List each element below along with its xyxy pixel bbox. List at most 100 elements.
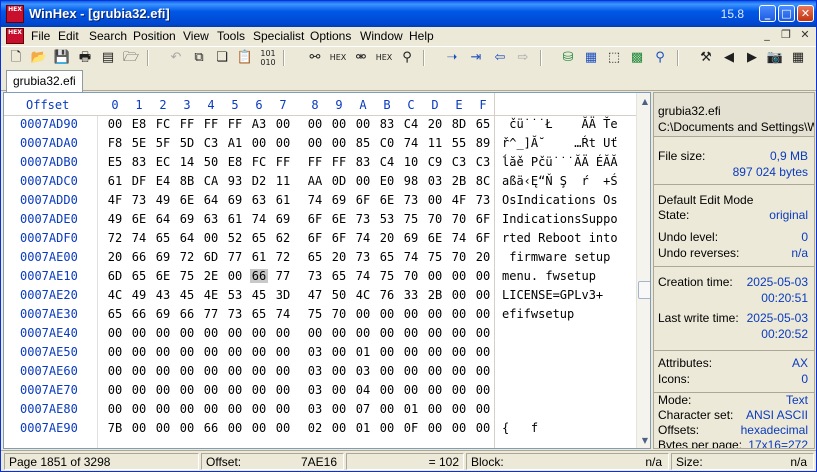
hex-byte[interactable]: 4C	[354, 288, 372, 302]
hex-byte[interactable]: 6F	[354, 193, 372, 207]
hex-byte[interactable]: 33	[402, 288, 420, 302]
hex-byte[interactable]: 00	[354, 326, 372, 340]
hex-byte[interactable]: 00	[426, 421, 444, 435]
hex-byte[interactable]: 03	[306, 364, 324, 378]
hex-byte[interactable]: 73	[474, 193, 492, 207]
hex-byte[interactable]: 10	[402, 155, 420, 169]
hex-row[interactable]: 0007AE20 4C 49 43 45 4E 53 45 3D 47 50 4C 76 33 2B 00 00…	[4, 287, 636, 306]
camera-icon[interactable]: 📷	[766, 49, 784, 67]
text-column[interactable]: OsIndications Os	[502, 193, 618, 207]
hex-byte[interactable]: 00	[474, 402, 492, 416]
hex-byte[interactable]: 00	[474, 288, 492, 302]
hex-byte[interactable]: 00	[402, 345, 420, 359]
hex-byte[interactable]: FF	[202, 117, 220, 131]
hex-byte[interactable]: 73	[226, 307, 244, 321]
hex-byte[interactable]: 8C	[474, 174, 492, 188]
hex-byte[interactable]: 00	[330, 383, 348, 397]
hex-byte[interactable]: 4C	[106, 288, 124, 302]
hex-byte[interactable]: 2B	[426, 288, 444, 302]
goto-sector-icon[interactable]: ⇥	[467, 49, 485, 67]
hex-byte[interactable]: 11	[426, 136, 444, 150]
hex-row[interactable]: 0007AE40 00 00 00 00 00 00 00 00 00 00 00 00 00 00 00 00	[4, 325, 636, 344]
hex-byte[interactable]: 6F	[330, 231, 348, 245]
save-icon[interactable]: 💾	[53, 49, 71, 67]
hex-byte[interactable]: 62	[274, 231, 292, 245]
hex-row[interactable]: 0007ADC0 61 DF E4 8B CA 93 D2 11 AA 0D 00 E0 98 03 2B 8C…	[4, 173, 636, 192]
hex-byte[interactable]: 72	[178, 250, 196, 264]
hex-byte[interactable]: 00	[402, 383, 420, 397]
hex-byte[interactable]: 69	[274, 212, 292, 226]
hex-byte[interactable]: E8	[226, 155, 244, 169]
text-column[interactable]: aßä‹Ę“Ň Ş ŕ +Ś	[502, 174, 618, 188]
hex-byte[interactable]: 64	[154, 212, 172, 226]
hex-byte[interactable]: 65	[330, 269, 348, 283]
hex-byte[interactable]: 52	[226, 231, 244, 245]
mdi-restore-button[interactable]: ❐	[778, 29, 794, 43]
hex-byte[interactable]: C0	[378, 136, 396, 150]
menu-view[interactable]: View	[183, 29, 209, 43]
text-column[interactable]: { f	[502, 421, 538, 435]
hex-byte[interactable]: 00	[226, 364, 244, 378]
hex-byte[interactable]: 00	[226, 383, 244, 397]
document-menu-icon[interactable]: HEX	[6, 28, 24, 44]
hex-byte[interactable]: 6E	[154, 269, 172, 283]
menu-position[interactable]: Position	[133, 29, 176, 43]
hex-byte[interactable]: 74	[130, 231, 148, 245]
mdi-close-button[interactable]: ✕	[797, 29, 813, 43]
hex-byte[interactable]: 00	[330, 117, 348, 131]
hex-row[interactable]: 0007AE50 00 00 00 00 00 00 00 00 03 00 01 00 00 00 00 00	[4, 344, 636, 363]
hex-byte[interactable]: 00	[130, 383, 148, 397]
hex-byte[interactable]: 00	[202, 402, 220, 416]
hex-byte[interactable]: 53	[378, 212, 396, 226]
hex-byte[interactable]: 00	[154, 364, 172, 378]
hex-byte[interactable]: 00	[202, 231, 220, 245]
scroll-down-icon[interactable]: ▼	[639, 436, 650, 446]
hex-byte[interactable]: 20	[106, 250, 124, 264]
hex-byte[interactable]: 00	[250, 364, 268, 378]
hex-byte[interactable]: 5E	[130, 136, 148, 150]
hex-byte[interactable]: 03	[306, 402, 324, 416]
hex-byte[interactable]: 00	[330, 326, 348, 340]
hex-byte[interactable]: 03	[354, 364, 372, 378]
hex-byte[interactable]: 00	[178, 364, 196, 378]
hex-byte[interactable]: 00	[226, 402, 244, 416]
text-column[interactable]: rted Reboot into	[502, 231, 618, 245]
hex-byte[interactable]: 00	[426, 383, 444, 397]
hex-byte[interactable]: 00	[274, 364, 292, 378]
hex-byte[interactable]: 00	[250, 136, 268, 150]
hex-byte[interactable]: FF	[330, 155, 348, 169]
hex-byte[interactable]: 00	[202, 364, 220, 378]
hex-byte[interactable]: 3D	[274, 288, 292, 302]
hex-byte[interactable]: AA	[306, 174, 324, 188]
hex-byte[interactable]: 61	[226, 212, 244, 226]
search-icon[interactable]: ⚲	[651, 49, 669, 67]
menu-options[interactable]: Options	[310, 29, 351, 43]
hex-byte[interactable]: 00	[354, 174, 372, 188]
hex-byte[interactable]: 75	[426, 250, 444, 264]
hex-byte[interactable]: 00	[274, 383, 292, 397]
hex-byte[interactable]: 75	[178, 269, 196, 283]
hex-byte[interactable]: E0	[378, 174, 396, 188]
hex-byte[interactable]: 5D	[178, 136, 196, 150]
text-column[interactable]: menu. fwsetup	[502, 269, 618, 283]
hex-byte[interactable]: 00	[226, 345, 244, 359]
menu-tools[interactable]: Tools	[217, 29, 245, 43]
hex-row[interactable]: 0007AE00 20 66 69 72 6D 77 61 72 65 20 73 65 74 75 70 20…	[4, 249, 636, 268]
hex-byte[interactable]: 00	[378, 421, 396, 435]
hex-byte[interactable]: 00	[426, 364, 444, 378]
hex-byte[interactable]: 00	[378, 307, 396, 321]
hex-byte[interactable]: 45	[178, 288, 196, 302]
hex-byte[interactable]: 00	[226, 269, 244, 283]
hex-byte[interactable]: 74	[402, 250, 420, 264]
hex-byte[interactable]: 70	[450, 212, 468, 226]
minimize-button[interactable]: _	[759, 5, 776, 22]
hex-byte[interactable]: 00	[474, 383, 492, 397]
hex-byte[interactable]: 49	[106, 212, 124, 226]
hex-byte[interactable]: 76	[378, 288, 396, 302]
menu-specialist[interactable]: Specialist	[253, 29, 304, 43]
hex-byte[interactable]: 00	[178, 402, 196, 416]
menu-edit[interactable]: Edit	[58, 29, 79, 43]
hex-byte[interactable]: 6F	[474, 212, 492, 226]
hex-byte[interactable]: 65	[474, 117, 492, 131]
hex-byte[interactable]: 6F	[306, 212, 324, 226]
